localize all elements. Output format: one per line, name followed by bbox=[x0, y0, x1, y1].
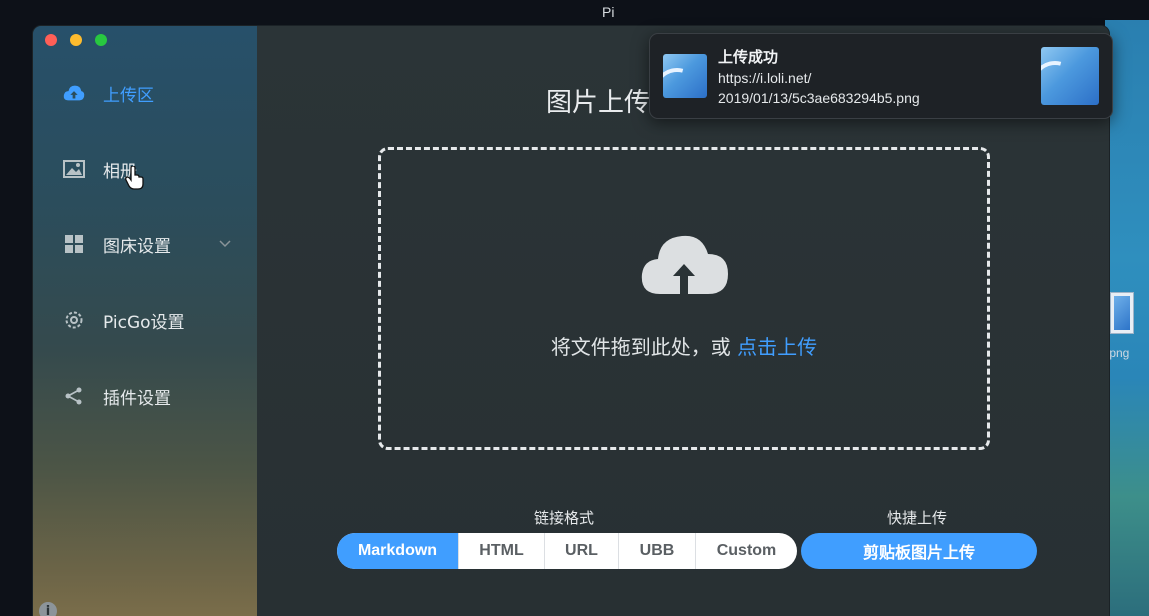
sidebar-item-label: PicGo设置 bbox=[103, 312, 185, 333]
hand-cursor-icon bbox=[125, 165, 145, 194]
sidebar-item-image-host-settings[interactable]: 图床设置 bbox=[33, 224, 257, 264]
close-window-button[interactable] bbox=[45, 34, 57, 46]
app-thumbnail-icon bbox=[663, 54, 707, 98]
sidebar-item-label: 图床设置 bbox=[103, 236, 171, 257]
sidebar-item-label: 插件设置 bbox=[103, 388, 171, 409]
sidebar-item-gallery[interactable]: 相册 bbox=[33, 149, 257, 189]
link-format-group: Markdown HTML URL UBB Custom bbox=[337, 533, 797, 569]
page-title: 图片上传 bbox=[546, 88, 651, 118]
desktop-file-icon[interactable] bbox=[1110, 292, 1134, 334]
format-custom-button[interactable]: Custom bbox=[696, 533, 797, 569]
window-title: Pi bbox=[602, 4, 615, 20]
upload-cloud-icon bbox=[640, 226, 730, 300]
info-icon[interactable]: i bbox=[39, 602, 57, 616]
sidebar-item-plugin-settings[interactable]: 插件设置 bbox=[33, 376, 257, 416]
drop-zone[interactable]: 将文件拖到此处，或 点击上传 bbox=[378, 147, 990, 450]
format-ubb-button[interactable]: UBB bbox=[619, 533, 696, 569]
notification-url-line2: 2019/01/13/5c3ae683294b5.png bbox=[718, 90, 920, 106]
gear-icon bbox=[63, 309, 85, 331]
notification-title: 上传成功 bbox=[718, 48, 779, 66]
maximize-window-button[interactable] bbox=[95, 34, 107, 46]
share-icon bbox=[63, 385, 85, 407]
click-upload-link[interactable]: 点击上传 bbox=[737, 335, 817, 359]
image-icon bbox=[63, 158, 85, 180]
clipboard-upload-button[interactable]: 剪贴板图片上传 bbox=[801, 533, 1037, 569]
sidebar: 上传区 相册 图床设置 PicGo设置 插件设置 i bbox=[33, 26, 257, 616]
upload-success-notification[interactable]: 上传成功 https://i.loli.net/ 2019/01/13/5c3a… bbox=[649, 33, 1113, 119]
sidebar-item-picgo-settings[interactable]: PicGo设置 bbox=[33, 300, 257, 340]
notification-url-line1: https://i.loli.net/ bbox=[718, 70, 812, 86]
notification-body: https://i.loli.net/ 2019/01/13/5c3ae6832… bbox=[718, 68, 920, 108]
grid-icon bbox=[63, 233, 85, 255]
uploaded-image-thumbnail bbox=[1041, 47, 1099, 105]
desktop-file-label: .png bbox=[1106, 346, 1130, 360]
cloud-upload-icon bbox=[63, 82, 85, 104]
format-url-button[interactable]: URL bbox=[545, 533, 619, 569]
link-format-label: 链接格式 bbox=[534, 509, 595, 527]
chevron-down-icon bbox=[219, 237, 231, 251]
drop-text: 将文件拖到此处，或 bbox=[550, 335, 738, 359]
sidebar-item-upload[interactable]: 上传区 bbox=[33, 73, 257, 113]
sidebar-item-label: 上传区 bbox=[103, 85, 154, 106]
format-markdown-button[interactable]: Markdown bbox=[337, 533, 459, 569]
minimize-window-button[interactable] bbox=[70, 34, 82, 46]
format-html-button[interactable]: HTML bbox=[459, 533, 545, 569]
drop-instruction: 将文件拖到此处，或 点击上传 bbox=[381, 331, 987, 360]
quick-upload-label: 快捷上传 bbox=[887, 509, 948, 527]
